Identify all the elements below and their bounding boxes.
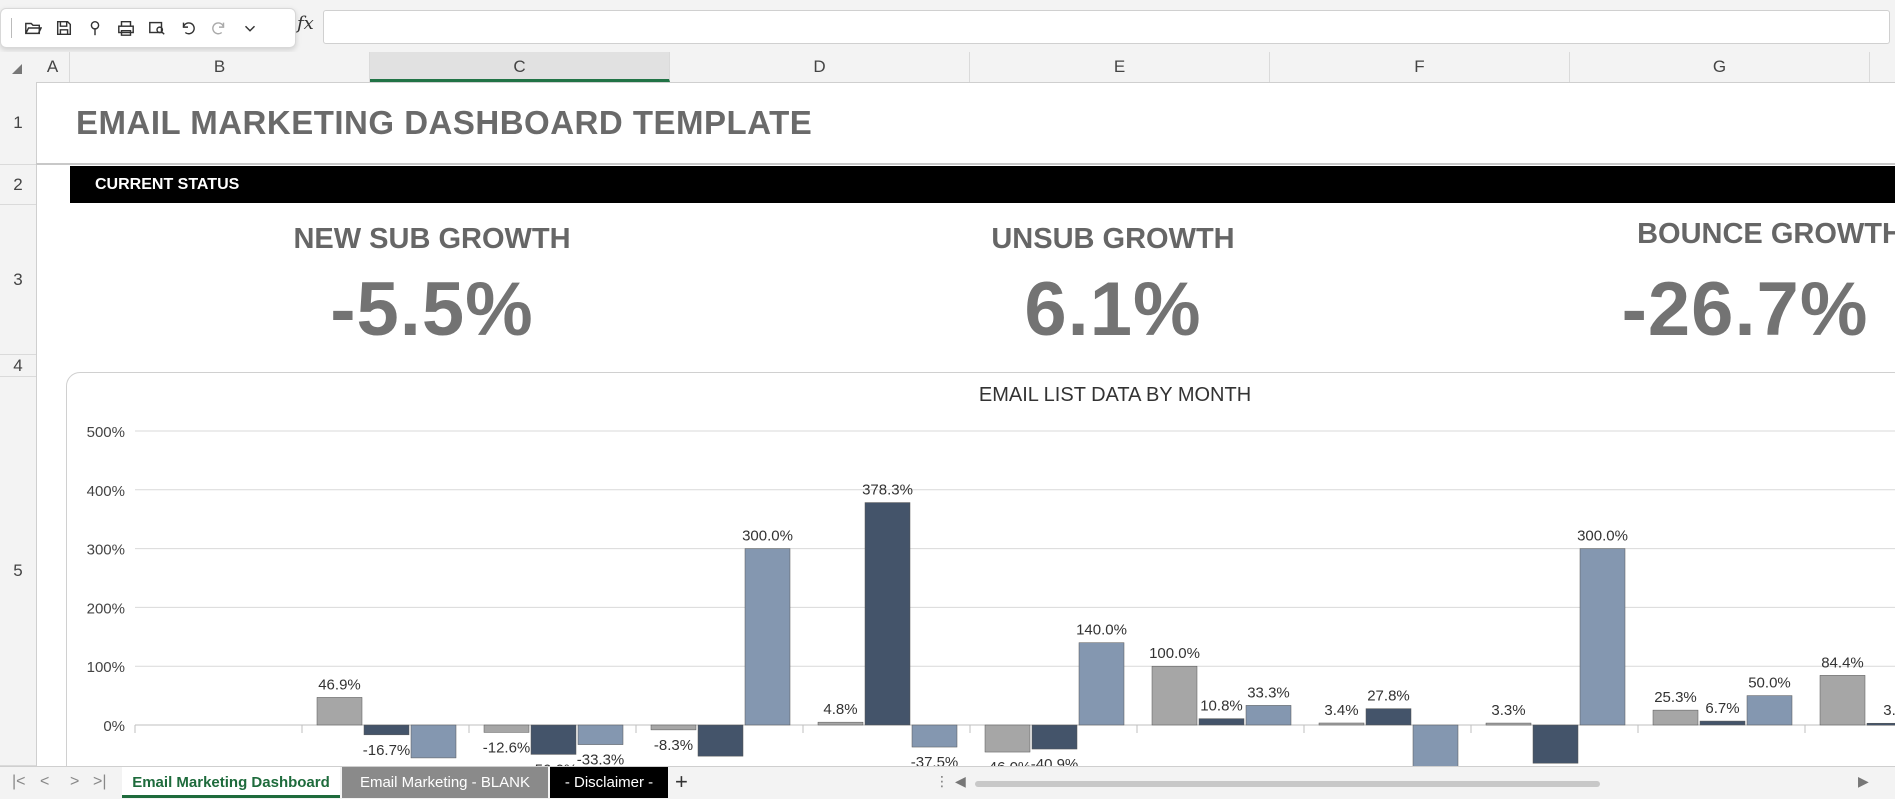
chart-bar — [697, 724, 744, 757]
data-label: -33.3% — [577, 752, 625, 766]
tab-email-marketing-dashboard[interactable]: Email Marketing Dashboard — [122, 767, 340, 798]
data-label: 33.3% — [1247, 684, 1290, 701]
data-label: -40.9% — [1031, 756, 1079, 766]
sheet-tab-bar: |< < > >| Email Marketing Dashboard Emai… — [0, 766, 1895, 799]
chart-bar — [1579, 548, 1626, 726]
data-label: 46.9% — [318, 676, 361, 693]
tab-email-marketing-blank[interactable]: Email Marketing - BLANK — [342, 767, 548, 798]
data-label: 378.3% — [862, 482, 913, 499]
data-label: 3.4% — [1324, 702, 1358, 719]
y-tick-label: 300% — [87, 542, 125, 559]
chart-bar — [911, 724, 958, 748]
chart-bar — [817, 721, 864, 726]
chart-bar — [1746, 695, 1793, 726]
chart-bar — [1318, 722, 1365, 726]
data-label: 50.0% — [1748, 675, 1791, 692]
data-label: 84.4% — [1821, 654, 1864, 671]
chart-bar — [1151, 665, 1198, 726]
y-tick-label: 500% — [87, 424, 125, 441]
email-list-bar-chart[interactable]: 500% 400% 300% 200% 100% 0% 46.9% -16.7% -12.6% -… — [0, 0, 1895, 766]
chart-bar — [1365, 708, 1412, 726]
chart-bar — [1412, 724, 1459, 766]
data-label: 300.0% — [1577, 528, 1628, 545]
chart-bar — [1245, 705, 1292, 726]
chart-bar — [363, 724, 410, 736]
prev-sheet-icon[interactable]: < — [40, 773, 49, 791]
y-tick-label: 0% — [103, 718, 125, 735]
chart-bar — [864, 502, 911, 726]
next-sheet-icon[interactable]: > — [70, 773, 79, 791]
data-label: -46.0% — [984, 759, 1032, 766]
chart-bar — [1485, 722, 1532, 726]
y-tick-label: 100% — [87, 659, 125, 676]
data-label: 4.8% — [823, 701, 857, 718]
horizontal-scrollbar[interactable] — [975, 781, 1600, 787]
chart-bar — [1699, 720, 1746, 726]
chart-bar — [483, 724, 530, 733]
chart-bar — [650, 724, 697, 731]
data-label: -16.7% — [363, 742, 411, 759]
chart-bar — [744, 548, 791, 726]
data-label: 25.3% — [1654, 689, 1697, 706]
chart-bar — [1652, 709, 1699, 726]
data-label: 3. — [1883, 702, 1895, 719]
data-label: 10.8% — [1200, 698, 1243, 715]
chart-bar — [1819, 675, 1866, 726]
data-label: -8.3% — [654, 737, 693, 754]
chart-bar — [1031, 724, 1078, 750]
add-sheet-button[interactable]: + — [675, 769, 688, 795]
scroll-left-icon[interactable]: ◀ — [955, 773, 966, 790]
chart-bar — [1532, 724, 1579, 764]
tab-scroll-divider-icon: ⋮ — [935, 773, 949, 789]
data-label: 140.0% — [1076, 622, 1127, 639]
first-sheet-icon[interactable]: |< — [12, 773, 26, 791]
last-sheet-icon[interactable]: >| — [93, 773, 107, 791]
data-label: 3.3% — [1491, 702, 1525, 719]
chart-bar — [410, 724, 457, 759]
scroll-right-icon[interactable]: ▶ — [1858, 773, 1869, 790]
chart-bar — [530, 724, 577, 755]
y-tick-label: 200% — [87, 600, 125, 617]
y-tick-label: 400% — [87, 483, 125, 500]
tab-disclaimer[interactable]: - Disclaimer - — [550, 767, 668, 798]
chart-bar — [577, 724, 624, 745]
data-label: -37.5% — [911, 754, 959, 766]
data-label: 6.7% — [1705, 700, 1739, 717]
data-label: 100.0% — [1149, 645, 1200, 662]
chart-bar — [1078, 642, 1125, 726]
chart-bar — [984, 724, 1031, 753]
chart-bar — [316, 697, 363, 726]
data-label: -12.6% — [483, 739, 531, 756]
data-label: 300.0% — [742, 528, 793, 545]
data-label: 27.8% — [1367, 688, 1410, 705]
chart-bar — [1866, 722, 1895, 726]
chart-bar — [1198, 718, 1245, 726]
